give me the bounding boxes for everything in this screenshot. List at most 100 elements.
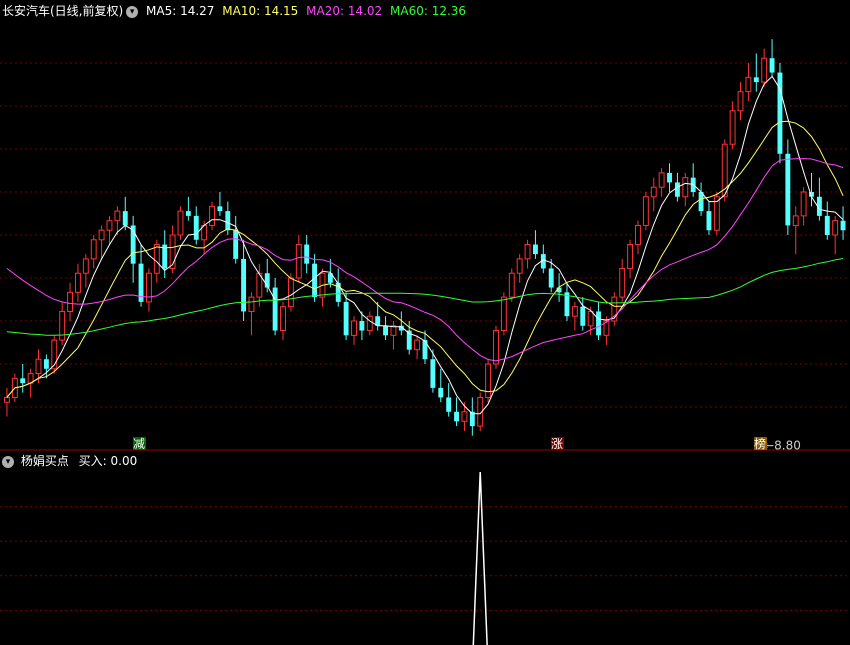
candle-up: [650, 186, 657, 198]
candle-up: [35, 358, 42, 375]
candle-down: [446, 397, 452, 412]
candle-down: [698, 192, 704, 212]
candle-up: [90, 239, 97, 260]
candle-up: [516, 258, 523, 274]
indicator-value: 买入: 0.00: [78, 454, 138, 468]
candle-down: [667, 172, 672, 183]
candle-up: [792, 215, 799, 226]
candle-down: [233, 230, 239, 259]
candle-down: [753, 77, 759, 83]
candle-up: [153, 244, 160, 274]
candle-up: [351, 320, 357, 336]
candle-down: [674, 182, 680, 197]
candle-up: [761, 57, 768, 83]
candle-up: [98, 229, 105, 241]
ma60-label: MA60: 12.36: [390, 4, 467, 18]
candle-up: [729, 110, 736, 145]
event-badge-3-text: 榜: [754, 436, 766, 451]
candle-up: [82, 258, 89, 274]
candle-down: [185, 211, 191, 216]
candle-down: [312, 263, 318, 298]
candle-down: [769, 58, 775, 73]
candle-up: [74, 272, 81, 293]
buy-signal-line: [472, 471, 488, 645]
candle-down: [785, 153, 791, 226]
candle-up: [414, 339, 421, 351]
candle-down: [580, 306, 586, 326]
candle-down: [20, 378, 26, 384]
chevron-down-icon[interactable]: ▾: [126, 5, 139, 18]
candle-down: [225, 211, 231, 231]
candle-down: [304, 244, 310, 264]
candle-down: [454, 411, 459, 422]
candle-down: [548, 268, 554, 288]
chart-header: 长安汽车(日线,前复权) ▾ MA5: 14.27 MA10: 14.15 MA2…: [2, 2, 470, 20]
chevron-down-icon[interactable]: ▾: [2, 455, 14, 468]
low-price-label: ←8.80: [764, 439, 801, 453]
stock-chart: ←8.80 减 涨 榜: [0, 39, 850, 645]
candle-down: [272, 287, 278, 331]
candle-up: [524, 244, 531, 260]
candle-up: [114, 210, 121, 222]
candle-up: [635, 224, 641, 246]
candle-up: [587, 310, 594, 327]
candle-up: [106, 220, 113, 231]
candle-down: [438, 387, 444, 398]
candle-up: [642, 196, 649, 226]
candle-down: [706, 211, 712, 231]
candle-up: [59, 310, 66, 341]
candle-up: [177, 210, 184, 236]
candle-up: [280, 306, 286, 332]
indicator-title[interactable]: 杨娟买点: [21, 454, 69, 468]
candle-up: [500, 296, 507, 332]
candle-down: [343, 301, 349, 336]
candle-up: [508, 272, 515, 298]
candle-up: [619, 267, 626, 298]
candle-up: [745, 76, 752, 93]
candle-up: [571, 306, 578, 317]
candle-up: [737, 91, 744, 112]
candle-up: [295, 244, 302, 279]
candle-up: [832, 220, 839, 236]
candle-down: [122, 211, 128, 226]
event-badge-2: 涨: [551, 436, 564, 451]
ma60-line: [6, 258, 844, 336]
candle-down: [840, 220, 846, 231]
candle-up: [682, 177, 689, 198]
candle-down: [596, 311, 601, 336]
candle-down: [430, 359, 436, 388]
candle-down: [193, 215, 199, 240]
candle-up: [627, 244, 634, 269]
event-badge-3: 榜: [754, 436, 767, 451]
candle-down: [43, 359, 49, 369]
indicator-panel: [472, 471, 488, 645]
candle-down: [217, 206, 223, 212]
candlestick-series: [3, 39, 846, 436]
candle-up: [366, 315, 373, 332]
event-badge-2-text: 涨: [551, 436, 563, 451]
ma5-label: MA5: 14.27: [146, 4, 215, 18]
candle-up: [493, 330, 499, 365]
candle-up: [485, 363, 492, 398]
stock-title[interactable]: 长安汽车(日线,前复权): [2, 4, 123, 18]
candle-up: [287, 277, 294, 308]
candle-up: [209, 205, 215, 226]
candle-down: [777, 72, 783, 154]
candle-down: [241, 258, 247, 312]
candle-down: [359, 321, 365, 331]
candle-up: [390, 325, 397, 336]
ma20-label: MA20: 14.02: [306, 4, 383, 18]
event-badge-1: 减: [133, 437, 146, 451]
candle-up: [658, 172, 665, 188]
candle-down: [532, 244, 538, 255]
candle-down: [383, 325, 389, 336]
candle-up: [145, 272, 152, 303]
candle-down: [824, 215, 830, 235]
event-badge-1-text: 减: [133, 437, 145, 451]
candle-up: [461, 411, 468, 422]
ma10-label: MA10: 14.15: [222, 4, 299, 18]
candle-up: [248, 296, 255, 312]
candle-up: [3, 396, 10, 403]
candle-up: [67, 291, 73, 312]
candle-up: [800, 191, 807, 217]
